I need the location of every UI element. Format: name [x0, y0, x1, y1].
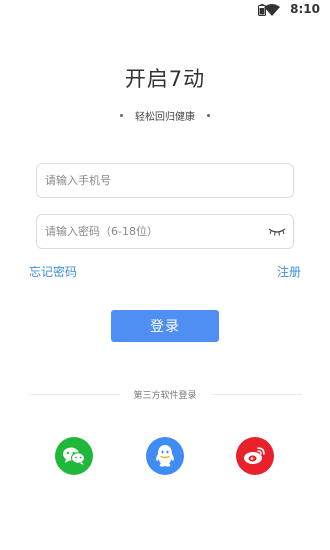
subtitle-dot-left — [120, 113, 123, 117]
qq-icon — [156, 445, 174, 467]
forgot-password-link[interactable]: 忘记密码 — [29, 263, 77, 280]
subtitle-dot-right — [207, 113, 210, 117]
qq-login-button[interactable] — [146, 437, 184, 475]
wechat-icon — [63, 447, 85, 465]
status-bar: 8:10 — [0, 0, 330, 20]
wechat-login-button[interactable] — [55, 437, 93, 475]
phone-input[interactable] — [45, 174, 260, 187]
weibo-icon — [244, 447, 265, 464]
eye-closed-icon[interactable] — [268, 228, 286, 236]
page-title: 开启7动 — [124, 67, 206, 91]
register-link[interactable]: 注册 — [277, 263, 301, 280]
subtitle-row: 轻松回归健康 — [0, 108, 330, 123]
status-time: 8:10 — [290, 2, 320, 16]
phone-field[interactable] — [36, 163, 294, 198]
subtitle: 轻松回归健康 — [135, 111, 195, 123]
login-button[interactable]: 登录 — [111, 310, 219, 342]
wifi-icon — [264, 4, 280, 16]
password-field[interactable] — [36, 214, 294, 249]
divider-line-left — [28, 393, 120, 395]
divider-line-right — [210, 393, 303, 395]
password-input[interactable] — [45, 225, 260, 238]
weibo-login-button[interactable] — [236, 437, 274, 475]
third-party-label: 第三方软件登录 — [133, 390, 197, 401]
third-party-divider: 第三方软件登录 — [28, 387, 303, 401]
